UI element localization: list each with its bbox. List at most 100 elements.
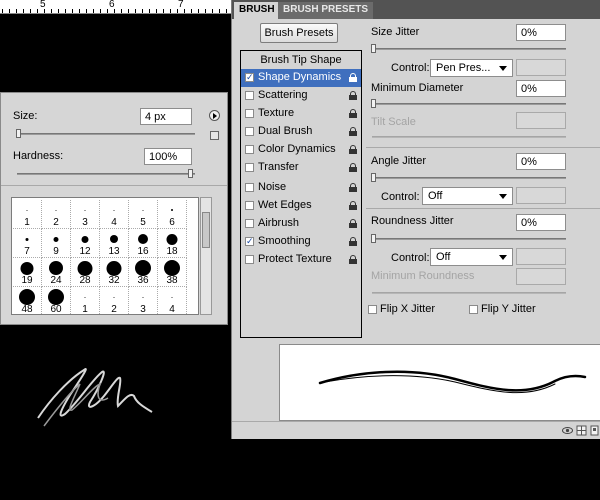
size-control-select[interactable]: Pen Pres... [430, 59, 513, 77]
settings-checkbox[interactable] [245, 255, 254, 264]
hardness-slider[interactable] [17, 173, 195, 175]
size-slider[interactable] [17, 133, 195, 135]
brush-preset-cell[interactable]: 16 [129, 229, 158, 258]
tab-brush[interactable]: BRUSH [234, 2, 280, 19]
hardness-slider-thumb[interactable] [188, 169, 193, 178]
settings-checkbox[interactable] [245, 183, 254, 192]
ruler-tick [135, 9, 136, 13]
settings-item-smoothing[interactable]: ✓ Smoothing [241, 233, 361, 251]
settings-item-airbrush[interactable]: Airbrush [241, 215, 361, 233]
scrollbar-knob[interactable] [202, 212, 210, 248]
min-diameter-slider[interactable] [372, 103, 566, 105]
new-brush-icon[interactable] [589, 425, 600, 436]
toggle-live-preview-icon[interactable] [562, 425, 573, 436]
settings-checkbox[interactable]: ✓ [245, 73, 254, 82]
settings-checkbox[interactable] [245, 91, 254, 100]
flip-y-checkbox[interactable] [469, 305, 478, 314]
lock-icon[interactable] [349, 73, 357, 82]
brush-preset-cell[interactable]: 4 [158, 287, 187, 314]
brush-preset-cell[interactable]: 48 [13, 287, 42, 314]
size-jitter-thumb[interactable] [371, 44, 376, 53]
lock-icon[interactable] [349, 145, 357, 154]
roundness-jitter-slider[interactable] [372, 238, 566, 240]
roundness-control-select[interactable]: Off [430, 248, 513, 266]
brush-preset-cell[interactable]: 28 [71, 258, 100, 287]
settings-checkbox[interactable] [245, 219, 254, 228]
settings-item-protect-texture[interactable]: Protect Texture [241, 251, 361, 269]
angle-jitter-slider[interactable] [372, 177, 566, 179]
settings-checkbox[interactable] [245, 163, 254, 172]
brush-preset-cell[interactable]: 3 [71, 200, 100, 229]
brush-preset-cell[interactable]: 19 [13, 258, 42, 287]
brush-preset-cell[interactable]: 1 [13, 200, 42, 229]
lock-icon[interactable] [349, 201, 357, 210]
brush-preset-cell[interactable]: 9 [42, 229, 71, 258]
hardness-input[interactable]: 100% [144, 148, 192, 165]
brush-preset-cell[interactable]: 13 [100, 229, 129, 258]
angle-control-select[interactable]: Off [422, 187, 513, 205]
lock-icon[interactable] [349, 255, 357, 264]
lock-icon[interactable] [349, 183, 357, 192]
roundness-jitter-thumb[interactable] [371, 234, 376, 243]
settings-checkbox[interactable] [245, 201, 254, 210]
settings-item-transfer[interactable]: Transfer [241, 159, 361, 177]
brush-preset-cell[interactable]: 3 [129, 287, 158, 314]
brush-preset-cell[interactable]: 36 [129, 258, 158, 287]
angle-control-label: Control: [381, 191, 420, 203]
settings-checkbox[interactable] [245, 127, 254, 136]
roundness-jitter-input[interactable]: 0% [516, 214, 566, 231]
min-diameter-thumb[interactable] [371, 99, 376, 108]
lock-icon[interactable] [349, 219, 357, 228]
brush-tip-shape-item[interactable]: Brush Tip Shape [241, 53, 361, 68]
brush-preset-cell[interactable]: 2 [100, 287, 129, 315]
lock-icon[interactable] [349, 109, 357, 118]
settings-item-dual-brush[interactable]: Dual Brush [241, 123, 361, 141]
divider [366, 147, 600, 148]
brush-preset-cell[interactable]: 12 [71, 229, 100, 258]
settings-item-texture[interactable]: Texture [241, 105, 361, 123]
brush-presets-button[interactable]: Brush Presets [260, 23, 338, 43]
brush-preset-cell[interactable]: 38 [158, 258, 187, 287]
tab-brush-presets[interactable]: BRUSH PRESETS [278, 2, 374, 19]
lock-icon[interactable] [349, 127, 357, 136]
brush-preset-cell[interactable]: 32 [100, 258, 129, 287]
ruler-tick [100, 9, 101, 13]
preset-grid-scrollbar[interactable] [200, 197, 212, 315]
brush-preset-cell[interactable]: 24 [42, 258, 71, 287]
settings-item-color-dynamics[interactable]: Color Dynamics [241, 141, 361, 159]
brush-preset-size-label: 1 [24, 217, 30, 228]
lock-icon[interactable] [349, 91, 357, 100]
angle-jitter-thumb[interactable] [371, 173, 376, 182]
settings-item-noise[interactable]: Noise [241, 179, 361, 197]
settings-item-wet-edges[interactable]: Wet Edges [241, 197, 361, 215]
angle-jitter-input[interactable]: 0% [516, 153, 566, 170]
new-preset-icon[interactable] [210, 131, 219, 140]
size-jitter-input[interactable]: 0% [516, 24, 566, 41]
min-diameter-input[interactable]: 0% [516, 80, 566, 97]
brush-stroke-preview [279, 344, 600, 421]
picker-menu-arrow-icon[interactable] [209, 110, 220, 121]
size-slider-thumb[interactable] [16, 129, 21, 138]
brush-tip-icon [20, 261, 34, 275]
brush-preset-cell[interactable]: 5 [129, 200, 158, 229]
settings-checkbox[interactable] [245, 145, 254, 154]
flip-x-checkbox[interactable] [368, 305, 377, 314]
ruler-tick [58, 9, 59, 13]
brush-preset-cell[interactable]: 18 [158, 229, 187, 258]
size-input[interactable]: 4 px [140, 108, 192, 125]
settings-checkbox[interactable] [245, 109, 254, 118]
brush-preset-cell[interactable]: 7 [13, 229, 42, 258]
brush-preset-cell[interactable]: 2 [42, 200, 71, 229]
brush-preset-size-label: 2 [111, 304, 117, 315]
grid-view-icon[interactable] [576, 425, 587, 436]
brush-preset-cell[interactable]: 4 [100, 200, 129, 229]
brush-preset-cell[interactable]: 60 [42, 287, 71, 314]
settings-item-shape-dynamics[interactable]: ✓ Shape Dynamics [241, 69, 361, 87]
settings-checkbox[interactable]: ✓ [245, 237, 254, 246]
lock-icon[interactable] [349, 237, 357, 246]
brush-preset-cell[interactable]: 6 [158, 200, 187, 229]
brush-preset-cell[interactable]: 1 [71, 287, 100, 314]
lock-icon[interactable] [349, 163, 357, 172]
settings-item-scattering[interactable]: Scattering [241, 87, 361, 105]
size-jitter-slider[interactable] [372, 48, 566, 50]
